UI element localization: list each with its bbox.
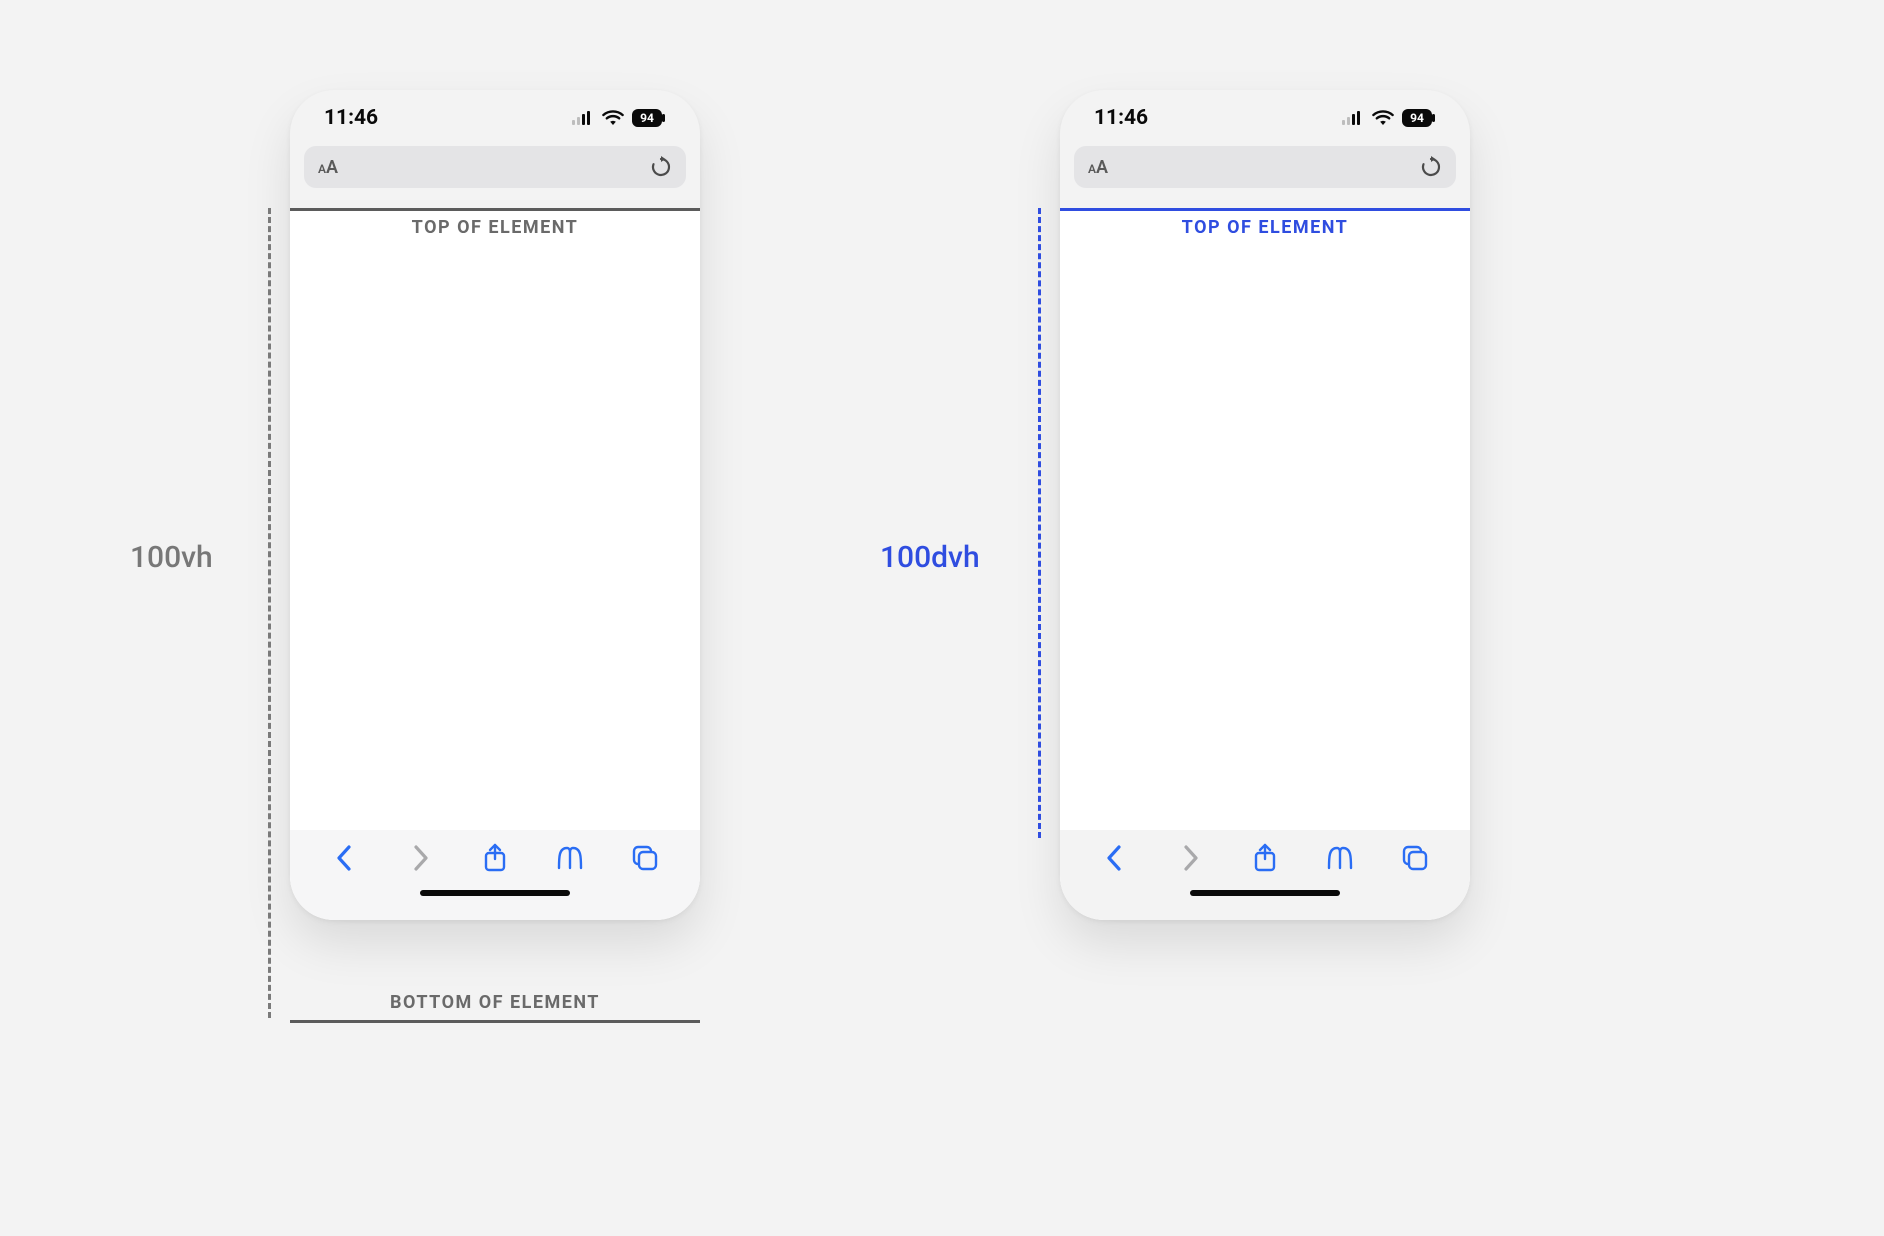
diagram-stage: 11:46: [0, 0, 1884, 1236]
battery-percent: 94: [1402, 109, 1432, 127]
home-indicator: [420, 890, 570, 896]
status-time: 11:46: [324, 106, 378, 130]
safari-toolbar: [1060, 830, 1470, 920]
element-top-label: TOP OF ELEMENT: [1060, 217, 1470, 238]
reload-icon[interactable]: [650, 156, 672, 178]
wifi-icon: [1372, 110, 1394, 126]
forward-button[interactable]: [400, 844, 440, 872]
dimension-bracket-vh: [268, 208, 271, 1018]
safari-address-bar[interactable]: AA: [304, 146, 686, 188]
dimension-bracket-dvh: [1038, 208, 1041, 838]
home-indicator: [1190, 890, 1340, 896]
tabs-button[interactable]: [625, 844, 665, 872]
bookmarks-button[interactable]: [550, 845, 590, 871]
status-time: 11:46: [1094, 106, 1148, 130]
reader-mode-icon[interactable]: AA: [1088, 157, 1108, 178]
phone-mock-100vh: 11:46: [290, 90, 700, 920]
back-button[interactable]: [325, 844, 365, 872]
battery-icon: 94: [1402, 109, 1436, 127]
dimension-label-dvh: 100dvh: [880, 540, 980, 575]
battery-percent: 94: [632, 109, 662, 127]
dvh-element: TOP OF ELEMENT BOTTOM OF ELEMENT: [1060, 208, 1470, 920]
ios-status-bar: 11:46: [290, 90, 700, 146]
dimension-label-vh: 100vh: [130, 540, 213, 575]
cellular-signal-icon: [572, 111, 594, 125]
vh-element: TOP OF ELEMENT: [290, 208, 700, 920]
wifi-icon: [602, 110, 624, 126]
element-top-label: TOP OF ELEMENT: [290, 217, 700, 238]
share-button[interactable]: [1245, 843, 1285, 873]
cellular-signal-icon: [1342, 111, 1364, 125]
reload-icon[interactable]: [1420, 156, 1442, 178]
share-button[interactable]: [475, 843, 515, 873]
phone-mock-100dvh: 11:46: [1060, 90, 1470, 920]
safari-toolbar: [290, 830, 700, 920]
forward-button[interactable]: [1170, 844, 1210, 872]
reader-mode-icon[interactable]: AA: [318, 157, 338, 178]
back-button[interactable]: [1095, 844, 1135, 872]
safari-address-bar[interactable]: AA: [1074, 146, 1456, 188]
bookmarks-button[interactable]: [1320, 845, 1360, 871]
vh-element-bottom-label: BOTTOM OF ELEMENT: [290, 992, 700, 1013]
tabs-button[interactable]: [1395, 844, 1435, 872]
ios-status-bar: 11:46: [1060, 90, 1470, 146]
battery-icon: 94: [632, 109, 666, 127]
